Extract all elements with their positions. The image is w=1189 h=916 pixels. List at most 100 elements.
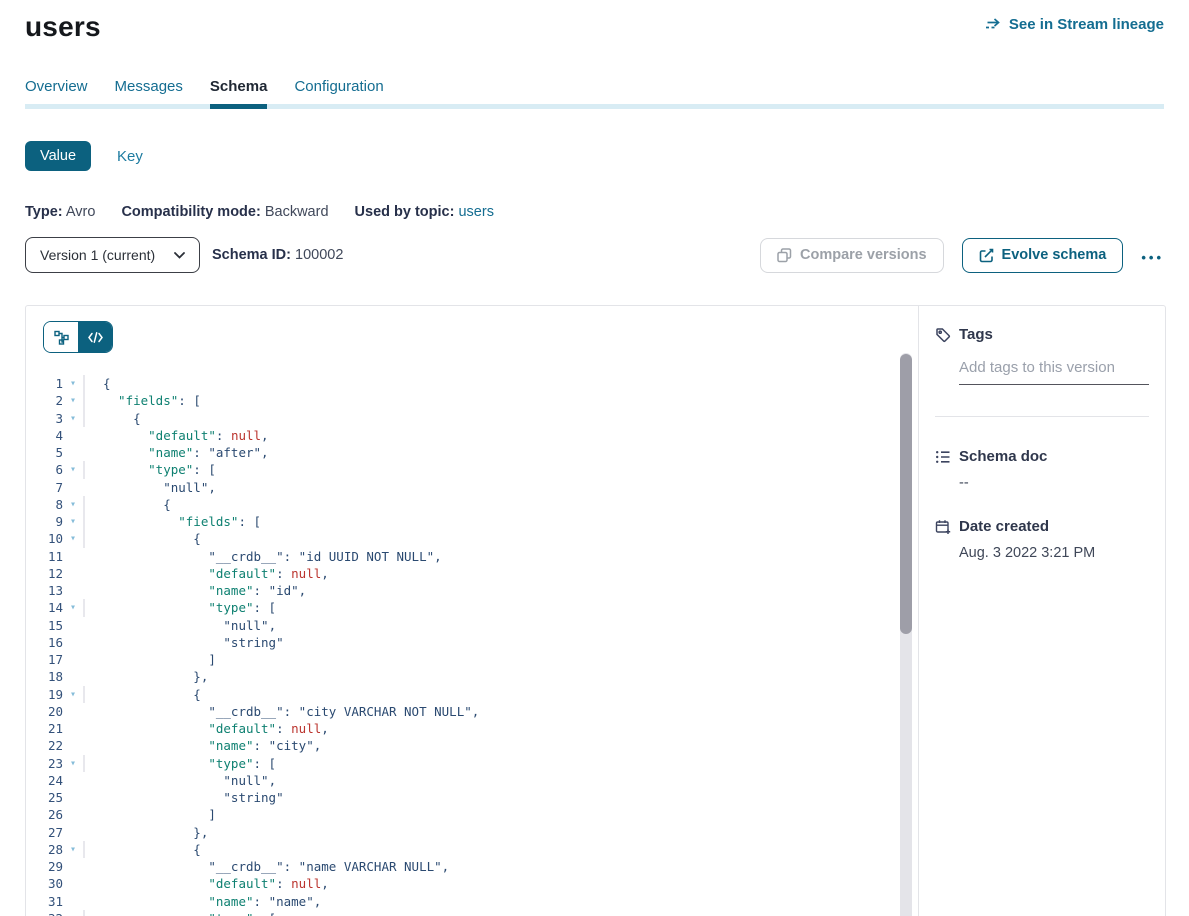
code-text: "__crdb__": "name VARCHAR NULL",: [85, 858, 449, 875]
line-number: 24: [26, 772, 63, 789]
value-toggle-button[interactable]: Value: [25, 141, 91, 171]
code-text: ]: [85, 651, 216, 668]
line-number: 11: [26, 548, 63, 565]
date-created-heading-row: Date created: [935, 518, 1149, 535]
evolve-schema-button[interactable]: Evolve schema: [962, 238, 1124, 273]
code-line: 3▾{: [26, 410, 918, 427]
line-number: 19: [26, 686, 63, 703]
fold-caret-icon[interactable]: ▾: [63, 755, 85, 772]
line-number: 8: [26, 496, 63, 513]
tab-bar: Overview Messages Schema Configuration: [25, 78, 1164, 109]
fold-caret-icon[interactable]: ▾: [63, 686, 85, 703]
code-scrollbar-thumb[interactable]: [900, 354, 912, 634]
line-number: 32: [26, 910, 63, 916]
line-number: 20: [26, 703, 63, 720]
tab-messages[interactable]: Messages: [115, 78, 183, 104]
code-view-button[interactable]: [78, 322, 112, 352]
tree-view-button[interactable]: [44, 322, 78, 352]
line-number: 23: [26, 755, 63, 772]
code-text: },: [85, 824, 208, 841]
tags-section: Tags: [935, 326, 1149, 417]
fold-caret-icon[interactable]: ▾: [63, 910, 85, 916]
line-number: 2: [26, 392, 63, 409]
schema-actions: Compare versions Evolve schema •••: [760, 238, 1164, 273]
line-number: 1: [26, 375, 63, 392]
tab-schema[interactable]: Schema: [210, 78, 268, 109]
compare-versions-button[interactable]: Compare versions: [760, 238, 944, 273]
date-created-heading: Date created: [959, 518, 1049, 535]
line-number: 27: [26, 824, 63, 841]
code-line: 4▾"default": null,: [26, 427, 918, 444]
compat-label: Compatibility mode:: [121, 204, 260, 220]
fold-caret-icon[interactable]: ▾: [63, 599, 85, 616]
code-line: 13▾"name": "id",: [26, 582, 918, 599]
more-actions-button[interactable]: •••: [1141, 246, 1164, 265]
code-line: 28▾{: [26, 841, 918, 858]
line-number: 18: [26, 668, 63, 685]
code-text: "name": "id",: [85, 582, 306, 599]
code-line: 29▾"__crdb__": "name VARCHAR NULL",: [26, 858, 918, 875]
line-number: 21: [26, 720, 63, 737]
fold-caret-icon[interactable]: ▾: [63, 496, 85, 513]
fold-caret-icon[interactable]: ▾: [63, 375, 85, 392]
fold-caret-icon[interactable]: ▾: [63, 392, 85, 409]
line-number: 30: [26, 875, 63, 892]
line-number: 9: [26, 513, 63, 530]
code-text: {: [85, 686, 201, 703]
code-line: 1▾{: [26, 375, 918, 392]
code-text: "type": [: [85, 599, 276, 616]
tags-input[interactable]: [959, 357, 1149, 385]
tab-overview[interactable]: Overview: [25, 78, 88, 104]
version-dropdown[interactable]: Version 1 (current): [25, 237, 200, 273]
code-scrollbar-track[interactable]: [900, 353, 912, 916]
line-number: 7: [26, 479, 63, 496]
fold-caret-icon[interactable]: ▾: [63, 530, 85, 547]
schema-doc-heading-row: Schema doc: [935, 448, 1149, 465]
code-text: "default": null,: [85, 427, 269, 444]
code-line: 22▾"name": "city",: [26, 737, 918, 754]
code-text: "string": [85, 789, 284, 806]
code-text: "string": [85, 634, 284, 651]
schema-card: 1▾{2▾"fields": [3▾{4▾"default": null,5▾"…: [25, 305, 1166, 916]
key-toggle-button[interactable]: Key: [117, 148, 143, 165]
tab-configuration[interactable]: Configuration: [294, 78, 383, 104]
code-text: "name": "after",: [85, 444, 269, 461]
code-line: 6▾"type": [: [26, 461, 918, 478]
date-created-section: Date created Aug. 3 2022 3:21 PM: [935, 518, 1149, 561]
line-number: 12: [26, 565, 63, 582]
code-line: 2▾"fields": [: [26, 392, 918, 409]
code-text: "null",: [85, 772, 276, 789]
line-number: 5: [26, 444, 63, 461]
stream-lineage-link[interactable]: See in Stream lineage: [985, 16, 1164, 33]
type-label: Type:: [25, 204, 63, 220]
schema-doc-value: --: [959, 475, 1149, 491]
fold-caret-icon[interactable]: ▾: [63, 841, 85, 858]
topic-label: Used by topic:: [355, 204, 455, 220]
code-text: "default": null,: [85, 875, 329, 892]
line-number: 3: [26, 410, 63, 427]
code-line: 16▾"string": [26, 634, 918, 651]
serde-toggle: Value Key: [25, 141, 1164, 171]
line-number: 26: [26, 806, 63, 823]
version-dropdown-value: Version 1 (current): [40, 247, 155, 263]
tree-view-icon: [54, 330, 69, 345]
code-line: 21▾"default": null,: [26, 720, 918, 737]
line-number: 31: [26, 893, 63, 910]
line-number: 29: [26, 858, 63, 875]
line-number: 16: [26, 634, 63, 651]
schema-id-value: 100002: [295, 247, 343, 263]
tags-heading: Tags: [959, 326, 993, 343]
topic-link[interactable]: users: [458, 204, 493, 220]
code-text: {: [85, 841, 201, 858]
schema-id-label: Schema ID:: [212, 247, 291, 263]
line-number: 13: [26, 582, 63, 599]
code-line: 15▾"null",: [26, 617, 918, 634]
code-line: 27▾},: [26, 824, 918, 841]
fold-caret-icon[interactable]: ▾: [63, 410, 85, 427]
fold-caret-icon[interactable]: ▾: [63, 513, 85, 530]
code-text: {: [85, 530, 201, 547]
tags-heading-row: Tags: [935, 326, 1149, 343]
code-line: 24▾"null",: [26, 772, 918, 789]
code-view-icon: [88, 332, 103, 343]
fold-caret-icon[interactable]: ▾: [63, 461, 85, 478]
